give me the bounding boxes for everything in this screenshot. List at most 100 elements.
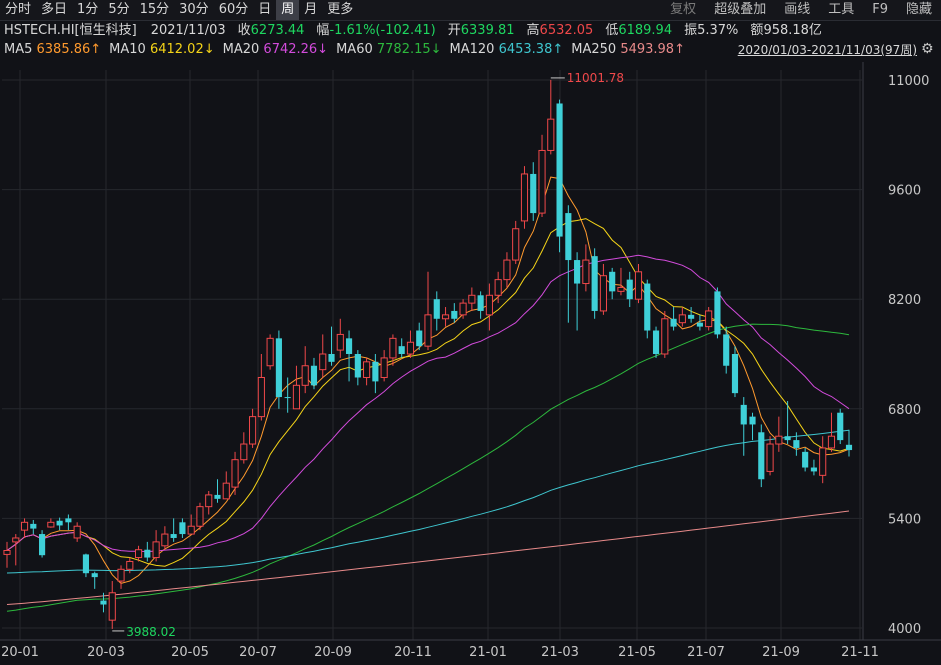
candle-body [758, 432, 765, 480]
candle-body [582, 259, 590, 285]
candle-body [301, 365, 309, 386]
candle-body [599, 275, 607, 312]
candle-body [802, 451, 809, 468]
candle-body [65, 518, 72, 523]
candle-body [714, 291, 721, 335]
candle-body [134, 549, 143, 559]
ma10-line [6, 218, 850, 567]
candle-body [617, 286, 625, 292]
candle-body [459, 302, 467, 316]
x-tick-label: 20-05 [171, 645, 209, 660]
y-tick-label: 6800 [888, 403, 921, 418]
candle-body [784, 436, 791, 441]
x-tick-label: 21-11 [841, 645, 879, 660]
candle-body [766, 443, 774, 472]
x-tick-label: 20-07 [239, 645, 277, 660]
candle-body [644, 283, 651, 331]
candle-body [117, 568, 125, 582]
candle-body [556, 103, 563, 237]
x-tick-label: 20-03 [87, 645, 125, 660]
candle-body [634, 271, 643, 300]
min-price-label: 3988.02 [126, 625, 176, 639]
candle-body [451, 310, 458, 319]
candle-body [12, 537, 20, 543]
candle-body [468, 294, 476, 304]
candle-body [494, 279, 502, 296]
y-tick-label: 5400 [888, 512, 921, 527]
candle-body [705, 310, 713, 328]
candle-body [30, 523, 37, 529]
candle-body [345, 338, 353, 354]
candle-body [503, 259, 511, 281]
candle-body [441, 314, 450, 320]
candle-body [723, 334, 730, 366]
candle-body [565, 213, 572, 261]
y-tick-label: 8200 [888, 293, 921, 308]
candle-body [152, 541, 160, 559]
candle-body [389, 337, 397, 359]
candle-body [837, 412, 844, 441]
candle-body [266, 337, 274, 367]
candle-body [678, 314, 686, 324]
candle-body [284, 397, 291, 399]
candle-body [477, 295, 484, 311]
candle-body [161, 533, 169, 547]
candle-body [740, 404, 747, 425]
candle-body [530, 173, 537, 214]
candle-body [380, 357, 388, 378]
candle-body [144, 549, 151, 558]
candle-body [319, 353, 327, 371]
ma5-line [6, 176, 850, 584]
candle-body [827, 435, 836, 449]
candle-body [214, 494, 221, 499]
candlestick-chart[interactable]: 4000 5400 6800 8200 9600 11000 20-01 20-03 20-05… [0, 0, 941, 665]
y-tick-label: 11000 [888, 74, 929, 89]
candle-body [222, 482, 230, 500]
candle-body [56, 520, 63, 526]
candle-body [100, 600, 107, 605]
x-tick-label: 20-01 [1, 645, 39, 660]
candle-body [406, 341, 415, 355]
x-tick-label: 20-09 [314, 645, 352, 660]
candle-body [661, 318, 669, 355]
candle-body [170, 534, 177, 538]
candle-body [363, 361, 371, 378]
candle-body [626, 279, 633, 300]
candle-body [609, 271, 616, 292]
candle-body [310, 365, 318, 386]
candle-body [845, 444, 853, 451]
x-tick-label: 21-01 [469, 645, 507, 660]
candle-body [108, 592, 116, 621]
candle-body [810, 467, 817, 472]
y-tick-label: 4000 [888, 622, 921, 637]
candle-body [688, 314, 695, 319]
candle-body [73, 525, 81, 539]
y-tick-label: 9600 [888, 184, 921, 199]
ma250-line [6, 510, 850, 605]
candle-body [731, 354, 739, 394]
candle-body [547, 118, 555, 151]
x-tick-label: 21-09 [762, 645, 800, 660]
candle-body [231, 459, 239, 488]
candle-body [433, 299, 440, 319]
candle-body [652, 330, 660, 354]
x-tick-label: 20-11 [394, 645, 432, 660]
candle-body [775, 435, 783, 445]
candle-body [39, 534, 46, 556]
candle-body [292, 384, 301, 410]
x-tick-label: 21-07 [687, 645, 725, 660]
candle-body [187, 525, 195, 535]
candle-body [512, 228, 520, 261]
candle-body [82, 554, 90, 574]
candle-body [179, 522, 186, 535]
x-tick-label: 21-03 [541, 645, 579, 660]
candle-body [275, 338, 282, 398]
candle-body [205, 494, 213, 508]
candle-body [424, 314, 432, 347]
candle-body [538, 149, 546, 214]
candle-body [416, 330, 423, 347]
candle-body [240, 443, 248, 461]
candle-body [328, 354, 335, 362]
candle-body [257, 376, 265, 418]
candle-body [47, 521, 55, 528]
